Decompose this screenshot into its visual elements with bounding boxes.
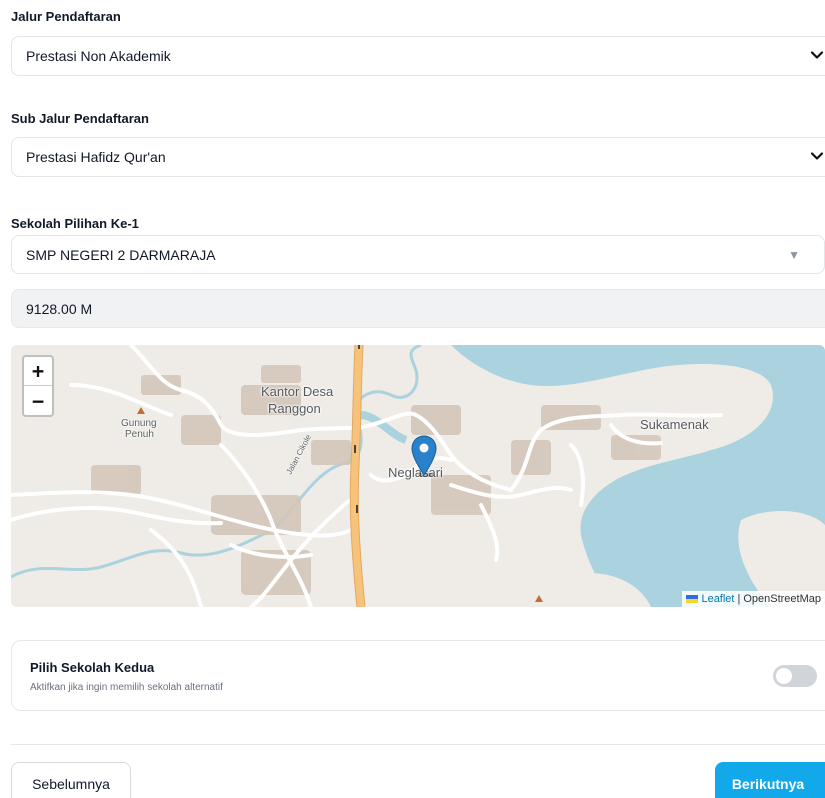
sekolah-label: Sekolah Pilihan Ke-1 [11,216,139,231]
map-zoom-control: + − [22,355,54,417]
jalur-select[interactable]: Prestasi Non Akademik [11,36,825,76]
sub-jalur-label: Sub Jalur Pendaftaran [11,111,149,126]
next-button[interactable]: Berikutnya [715,762,825,798]
zoom-out-button[interactable]: − [24,386,52,415]
osm-link[interactable]: OpenStreetMap [743,593,821,605]
peak-icon [535,595,543,602]
peak-icon [137,407,145,414]
sekolah-value: SMP NEGERI 2 DARMARAJA [26,246,216,263]
jalur-value: Prestasi Non Akademik [26,48,171,64]
toggle-knob [776,668,792,684]
previous-button[interactable]: Sebelumnya [11,762,131,798]
divider [11,744,825,745]
jalur-label: Jalur Pendaftaran [11,9,121,24]
second-school-subtitle: Aktifkan jika ingin memilih sekolah alte… [30,682,223,693]
leaflet-link[interactable]: Leaflet [701,593,734,605]
zoom-in-button[interactable]: + [24,357,52,386]
triangle-down-icon: ▼ [788,248,800,262]
map-marker-icon[interactable] [411,435,437,477]
map-label-penuh: Penuh [125,429,154,440]
sekolah-select[interactable]: SMP NEGERI 2 DARMARAJA ▼ [11,235,825,274]
map-attribution: Leaflet | OpenStreetMap [682,591,825,607]
location-map[interactable]: + − Kantor Desa Ranggon Gunung Penuh Jal… [11,345,825,607]
second-school-toggle[interactable] [773,665,817,687]
ukraine-flag-icon [686,595,699,603]
map-label-ranggon: Ranggon [268,401,321,416]
distance-value: 9128.00 M [26,300,93,317]
chevron-down-icon [810,51,824,59]
second-school-card: Pilih Sekolah Kedua Aktifkan jika ingin … [11,640,825,711]
map-label-kantor-desa: Kantor Desa [261,384,334,399]
attribution-separator: | [737,593,741,605]
sub-jalur-value: Prestasi Hafidz Qur'an [26,149,166,165]
map-label-gunung: Gunung [121,418,157,429]
chevron-down-icon [810,152,824,160]
second-school-title: Pilih Sekolah Kedua [30,660,155,675]
sub-jalur-select[interactable]: Prestasi Hafidz Qur'an [11,137,825,177]
map-label-sukamenak: Sukamenak [640,417,709,432]
distance-field: 9128.00 M [11,289,825,328]
